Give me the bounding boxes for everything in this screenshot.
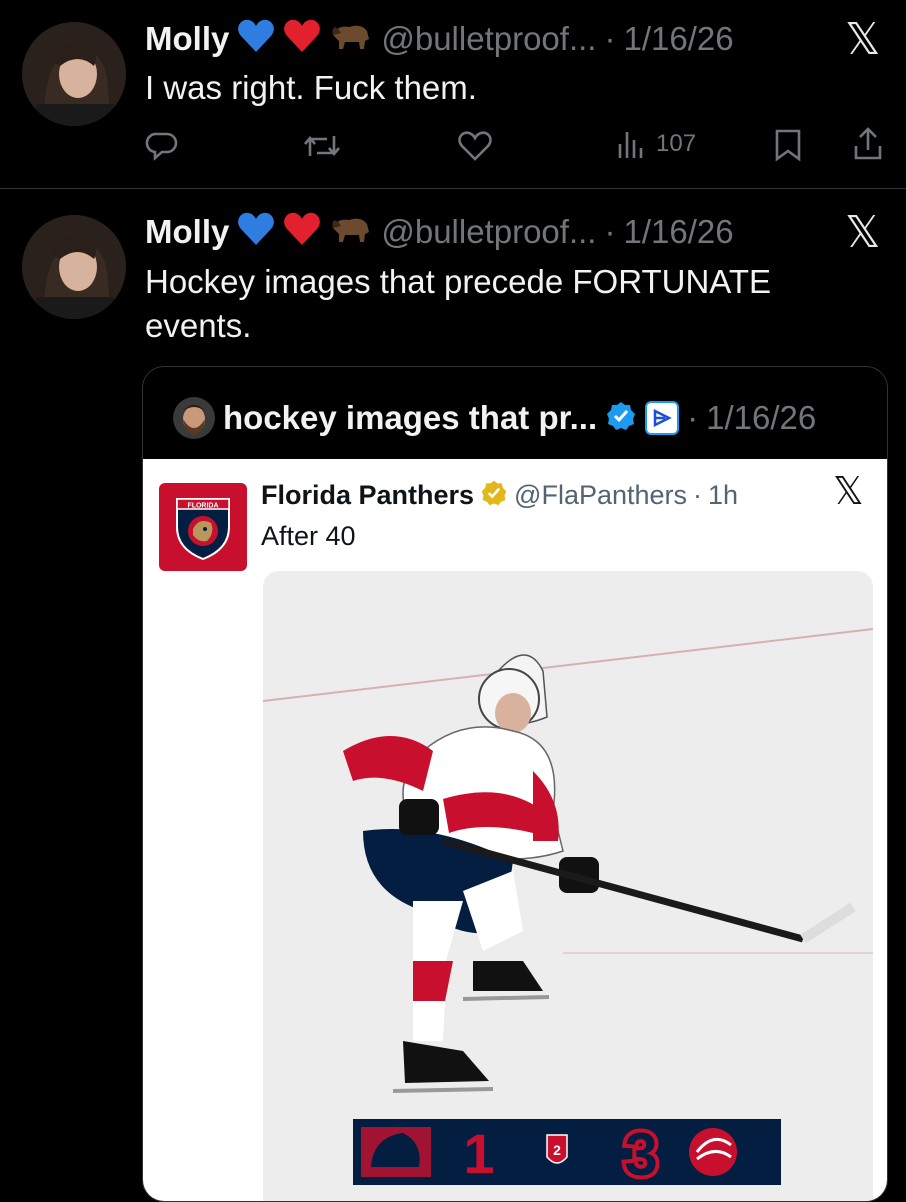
divider [0, 188, 906, 189]
tweet-text: I was right. Fuck them. [145, 69, 477, 106]
x-logo-icon: 𝕏 [845, 14, 881, 65]
views-icon[interactable] [616, 128, 646, 160]
hockey-photo[interactable]: 1 2 3 [263, 571, 873, 1201]
blue-heart-icon [237, 211, 275, 252]
gold-verified-badge-icon [480, 479, 508, 512]
embedded-display-name[interactable]: Florida Panthers [261, 480, 474, 511]
x-logo-icon: 𝕏 [845, 207, 881, 258]
embedded-time[interactable]: 1h [708, 480, 738, 511]
date[interactable]: 1/16/26 [623, 20, 733, 58]
views-count: 107 [656, 130, 697, 157]
away-score: 3 [624, 1121, 657, 1188]
period-number: 2 [553, 1142, 561, 1158]
share-icon[interactable] [852, 126, 884, 162]
logo-text: FLORIDA [187, 503, 218, 510]
red-heart-icon [283, 18, 321, 59]
date[interactable]: 1/16/26 [623, 213, 733, 251]
x-logo-icon: 𝕏 [833, 469, 864, 513]
separator: · [604, 212, 616, 250]
verified-badge-icon [605, 400, 637, 437]
bison-icon [329, 21, 373, 56]
reply-icon[interactable] [145, 128, 179, 162]
separator: · [687, 399, 699, 436]
handle[interactable]: @bulletproof... [381, 213, 596, 251]
like-icon[interactable] [457, 130, 493, 162]
scoreboard: 1 2 3 [353, 1117, 781, 1192]
blue-heart-icon [237, 18, 275, 59]
embedded-handle[interactable]: @FlaPanthers [514, 480, 687, 511]
handle[interactable]: @bulletproof... [381, 20, 596, 58]
home-score: 1 [463, 1122, 494, 1185]
quote-avatar[interactable] [173, 397, 215, 439]
panthers-logo: FLORIDA [159, 483, 247, 571]
quote-display-name[interactable]: hockey images that pr... [223, 399, 597, 437]
display-name[interactable]: Molly [145, 20, 229, 58]
bison-icon [329, 214, 373, 249]
bookmark-icon[interactable] [774, 128, 802, 162]
quoted-image[interactable]: FLORIDA Florida Panthers @FlaPanthers · … [143, 459, 887, 1201]
retweet-icon[interactable] [303, 130, 341, 162]
separator: · [693, 480, 703, 510]
affiliate-badge-icon [645, 401, 680, 435]
embedded-text: After 40 [261, 521, 356, 551]
display-name[interactable]: Molly [145, 213, 229, 251]
tweet-text: Hockey images that precede FORTUNATE eve… [145, 263, 772, 344]
separator: · [604, 19, 616, 57]
avatar[interactable] [22, 215, 126, 319]
red-heart-icon [283, 211, 321, 252]
quote-date[interactable]: 1/16/26 [706, 399, 816, 437]
avatar[interactable] [22, 22, 126, 126]
quote-tweet-card[interactable]: hockey images that pr... · 1/16/26 FLORI… [142, 366, 888, 1202]
